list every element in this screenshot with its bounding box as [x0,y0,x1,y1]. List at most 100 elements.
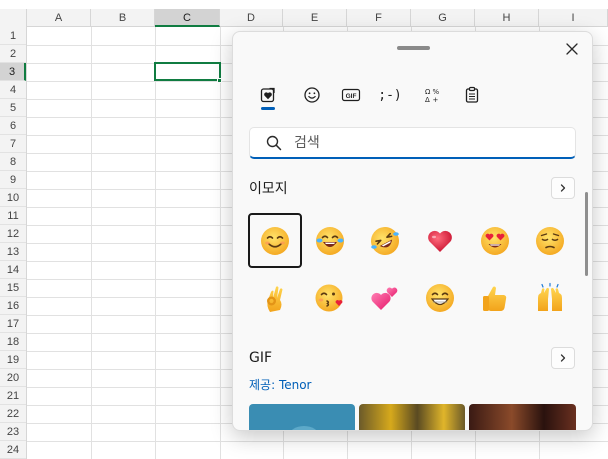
ok-hand-icon [266,285,283,312]
chevron-right-icon [560,354,566,362]
chevron-right-icon [560,184,566,192]
row-header-21[interactable]: 21 [0,387,26,405]
emoji-tears-of-joy[interactable] [303,213,357,268]
active-tab-indicator [261,107,275,110]
emoji-smiling-face[interactable] [248,213,302,268]
column-header-g[interactable]: G [411,9,475,27]
tab-kaomoji[interactable]: ;-) [373,78,407,112]
select-all-corner[interactable] [0,9,27,27]
thumbs-up-icon [483,285,507,311]
row-header-13[interactable]: 13 [0,243,26,261]
row-header-20[interactable]: 20 [0,369,26,387]
emoji-section-title: 이모지 [249,181,288,197]
emoji-section-more-button[interactable] [551,177,575,199]
gif-icon: GIF [341,88,361,102]
fill-handle[interactable] [217,78,222,83]
two-hearts-icon [371,287,398,310]
smiley-icon [304,87,320,103]
column-header-d[interactable]: D [220,9,283,27]
symbols-icon: Ω % Δ + [425,88,440,104]
smiling-face-icon [261,226,289,255]
emoji-ok-hand[interactable] [248,270,302,325]
svg-text:+: + [433,96,439,104]
row-header-12[interactable]: 12 [0,225,26,243]
close-icon [566,43,578,55]
beaming-face-icon [426,283,454,312]
row-header-6[interactable]: 6 [0,117,26,135]
close-button[interactable] [561,38,583,60]
emoji-raising-hands[interactable] [523,270,577,325]
gif-thumbnail-detail [289,426,319,430]
column-header-a[interactable]: A [27,9,91,27]
row-header-2[interactable]: 2 [0,45,26,63]
grid-line [27,441,608,442]
row-header-9[interactable]: 9 [0,171,26,189]
row-header-14[interactable]: 14 [0,261,26,279]
emoji-rolling-laughing[interactable] [358,213,412,268]
column-header-c[interactable]: C [155,9,220,27]
row-header-10[interactable]: 10 [0,189,26,207]
emoji-two-hearts[interactable] [358,270,412,325]
emoji-pensive[interactable] [523,213,577,268]
svg-text:Δ: Δ [425,96,430,104]
rolling-laughing-icon [371,226,399,255]
selected-cell-c3[interactable] [154,62,221,81]
svg-text:Ω: Ω [425,88,431,96]
emoji-heart-eyes[interactable] [468,213,522,268]
clipboard-icon [465,86,479,103]
scrollbar-thumb[interactable] [585,192,588,276]
tab-emoji[interactable] [295,78,329,112]
raising-hands-icon [538,282,562,311]
red-heart-icon [428,230,452,252]
emoji-beaming-face[interactable] [413,270,467,325]
toolbar-strip [0,0,608,9]
tab-symbols[interactable]: Ω % Δ + [415,78,449,112]
row-header-23[interactable]: 23 [0,423,26,441]
kaomoji-icon: ;-) [378,87,402,103]
gif-thumbnail[interactable] [249,404,355,430]
search-input[interactable] [294,132,564,154]
gif-section-more-button[interactable] [551,347,575,369]
gif-section-title: GIF [249,350,273,366]
emoji-red-heart[interactable] [413,213,467,268]
tab-clipboard[interactable] [455,78,489,112]
category-tabs: GIF ;-) Ω % Δ + [249,78,509,114]
gif-thumbnail[interactable] [359,404,465,430]
tab-gif[interactable]: GIF [334,78,368,112]
row-header-7[interactable]: 7 [0,135,26,153]
row-header-24[interactable]: 24 [0,441,26,459]
column-header-i[interactable]: I [539,9,608,27]
row-header-17[interactable]: 17 [0,315,26,333]
row-header-15[interactable]: 15 [0,279,26,297]
row-header-8[interactable]: 8 [0,153,26,171]
row-header-18[interactable]: 18 [0,333,26,351]
svg-text:%: % [433,88,440,96]
gif-thumbnail[interactable] [469,404,576,430]
column-header-row: A B C D E F G H I [0,9,608,27]
tears-of-joy-icon [316,226,344,255]
row-header-4[interactable]: 4 [0,81,26,99]
row-header-1[interactable]: 1 [0,27,26,45]
column-header-h[interactable]: H [475,9,539,27]
heart-clipboard-icon [260,87,275,103]
heart-eyes-icon [481,226,509,255]
emoji-thumbs-up[interactable] [468,270,522,325]
row-header-5[interactable]: 5 [0,99,26,117]
emoji-panel: GIF ;-) Ω % Δ + 검색 이모지 GIF 제공: Tenor [232,31,593,431]
column-header-e[interactable]: E [283,9,347,27]
row-header-16[interactable]: 16 [0,297,26,315]
drag-handle[interactable] [397,46,430,50]
row-header-column: 1 2 3 4 5 6 7 8 9 10 11 12 13 14 15 16 1… [0,27,27,459]
row-header-3[interactable]: 3 [0,63,26,81]
row-header-19[interactable]: 19 [0,351,26,369]
column-header-f[interactable]: F [347,9,411,27]
gif-provider-credit[interactable]: 제공: Tenor [249,376,312,393]
search-icon [266,135,282,151]
pensive-icon [536,226,564,255]
emoji-blowing-kiss[interactable] [303,270,357,325]
search-box[interactable] [249,127,576,159]
row-header-11[interactable]: 11 [0,207,26,225]
column-header-b[interactable]: B [91,9,155,27]
blowing-kiss-icon [315,284,343,311]
row-header-22[interactable]: 22 [0,405,26,423]
